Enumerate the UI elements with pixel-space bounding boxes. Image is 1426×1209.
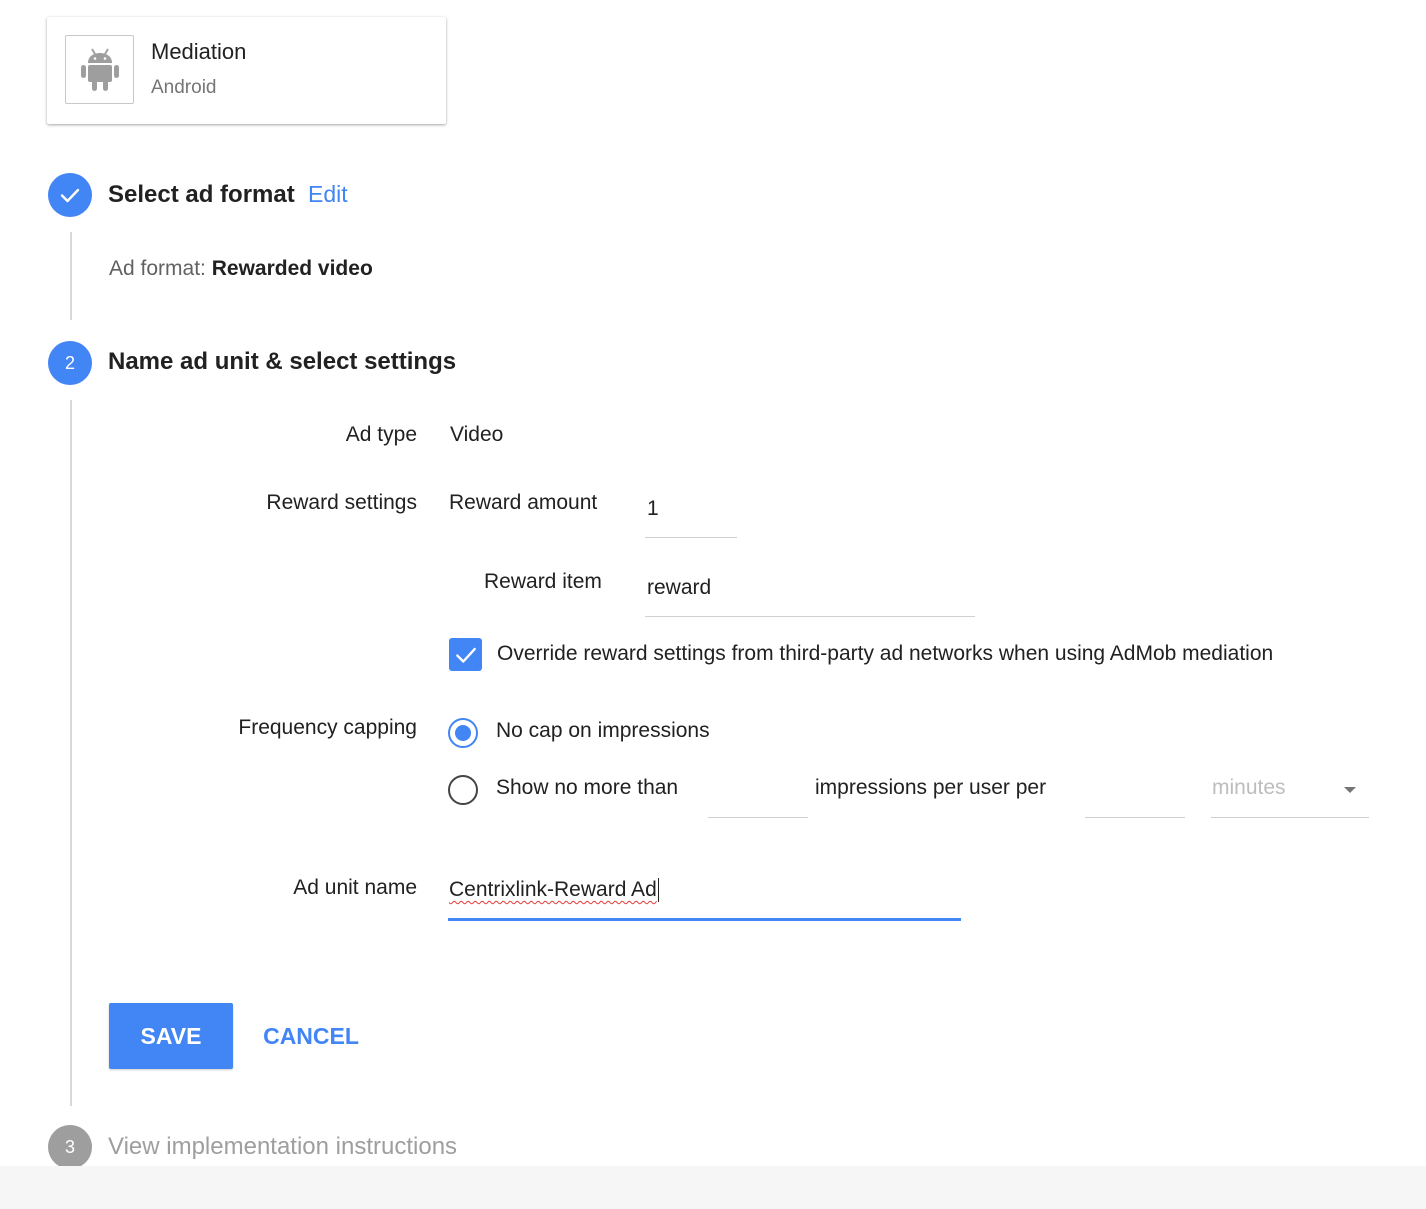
reward-item-input[interactable] [647, 573, 972, 603]
frequency-capping-label: Frequency capping [238, 716, 417, 739]
ad-format-summary: Ad format: Rewarded video [109, 257, 373, 281]
impressions-count-input[interactable] [710, 776, 806, 806]
app-name: Mediation [151, 39, 247, 64]
android-icon [80, 48, 119, 91]
step-1-complete-icon [48, 173, 92, 217]
save-button[interactable]: SAVE [109, 1003, 233, 1069]
override-checkbox[interactable] [449, 638, 482, 671]
impressions-count-underline [708, 817, 808, 818]
no-cap-radio[interactable] [448, 718, 478, 748]
no-cap-label: No cap on impressions [496, 719, 710, 742]
dropdown-arrow-icon [1344, 787, 1356, 793]
reward-item-label: Reward item [484, 570, 602, 593]
step-3-number: 3 [48, 1125, 92, 1169]
ad-format-value: Rewarded video [211, 257, 373, 280]
show-no-more-than-radio[interactable] [448, 775, 478, 805]
ad-format-label: Ad format: [109, 257, 206, 280]
time-unit-underline [1211, 817, 1369, 818]
override-label: Override reward settings from third-part… [497, 642, 1274, 665]
period-count-underline [1085, 817, 1185, 818]
ad-unit-name-field[interactable]: Centrixlink-Reward Ad [448, 872, 961, 922]
radio-selected-dot [455, 725, 471, 741]
step-3-title: View implementation instructions [108, 1133, 458, 1160]
period-count-input[interactable] [1087, 776, 1183, 806]
reward-amount-input[interactable] [647, 494, 735, 524]
ad-unit-name-focus-underline [448, 918, 961, 921]
step-2-number: 2 [48, 341, 92, 385]
time-unit-placeholder: minutes [1212, 776, 1286, 799]
reward-amount-underline [645, 537, 737, 538]
ad-type-label: Ad type [345, 423, 417, 446]
step-connector-1 [70, 232, 72, 320]
reward-amount-label: Reward amount [449, 491, 598, 514]
show-no-more-than-label: Show no more than [496, 776, 679, 799]
step-2-title: Name ad unit & select settings [108, 348, 457, 375]
app-icon-box [65, 35, 134, 104]
app-platform: Android [151, 77, 217, 98]
impressions-per-user-label: impressions per user per [815, 776, 1047, 799]
ad-type-value: Video [450, 423, 504, 446]
step-1-title: Select ad format [108, 181, 295, 208]
ad-unit-name-input-text: Centrixlink-Reward Ad [449, 878, 659, 902]
step-connector-2 [70, 400, 72, 1106]
checkbox-check-icon [455, 647, 476, 663]
reward-settings-label: Reward settings [266, 491, 417, 514]
cancel-button[interactable]: CANCEL [248, 1003, 374, 1069]
app-card: Mediation Android [47, 17, 446, 124]
edit-link[interactable]: Edit [308, 181, 348, 208]
time-unit-select[interactable]: minutes [1211, 776, 1369, 818]
footer-bar [0, 1166, 1426, 1209]
checkmark-icon [60, 188, 80, 203]
ad-unit-name-label: Ad unit name [293, 876, 417, 899]
reward-item-underline [645, 616, 975, 617]
